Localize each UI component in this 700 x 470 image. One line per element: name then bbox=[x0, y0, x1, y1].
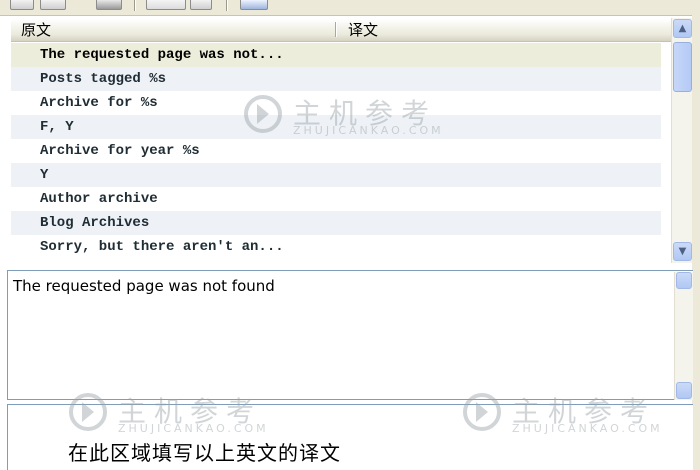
watermark-subtext: ZHUJICANKAO.COM bbox=[118, 422, 269, 435]
column-header-source[interactable]: 原文 bbox=[21, 21, 51, 39]
list-item[interactable]: Blog Archives bbox=[11, 211, 661, 235]
window-edge bbox=[692, 15, 700, 470]
list-item[interactable]: Author archive bbox=[11, 187, 661, 211]
watermark-subtext: ZHUJICANKAO.COM bbox=[512, 422, 663, 435]
toolbar-button-open[interactable] bbox=[40, 0, 66, 10]
translation-editor: 原文 译文 The requested page was not... Post… bbox=[0, 0, 700, 470]
toolbar-button-save[interactable] bbox=[96, 0, 122, 10]
toolbar-button-fullscreen[interactable] bbox=[240, 0, 268, 10]
list-scrollbar[interactable]: ▲ ▼ bbox=[671, 18, 693, 263]
toolbar-button-new[interactable] bbox=[10, 0, 34, 10]
column-header-translation[interactable]: 译文 bbox=[348, 21, 378, 39]
watermark-subtext: ZHUJICANKAO.COM bbox=[293, 124, 444, 137]
scroll-up-icon[interactable] bbox=[676, 272, 692, 289]
scroll-down-icon[interactable] bbox=[676, 382, 692, 399]
toolbar-separator bbox=[134, 0, 136, 11]
toolbar-button-window[interactable] bbox=[190, 0, 212, 10]
source-text-pane[interactable]: The requested page was not found bbox=[7, 270, 693, 400]
list-item[interactable]: Archive for year %s bbox=[11, 139, 661, 163]
scroll-up-icon[interactable]: ▲ bbox=[673, 19, 692, 38]
source-text: The requested page was not found bbox=[13, 277, 275, 295]
column-divider[interactable] bbox=[335, 22, 337, 37]
scroll-down-icon[interactable]: ▼ bbox=[673, 242, 692, 261]
toolbar-button-options[interactable] bbox=[146, 0, 186, 10]
watermark-logo-icon bbox=[463, 393, 501, 431]
source-pane-scrollbar[interactable] bbox=[674, 272, 693, 400]
scrollbar-thumb[interactable] bbox=[673, 42, 692, 92]
toolbar bbox=[0, 0, 700, 16]
list-item[interactable]: Posts tagged %s bbox=[11, 67, 661, 91]
list-header: 原文 译文 bbox=[11, 18, 671, 42]
translation-hint: 在此区域填写以上英文的译文 bbox=[68, 441, 341, 465]
list-item[interactable]: The requested page was not... bbox=[11, 43, 661, 67]
list-item[interactable]: Sorry, but there aren't an... bbox=[11, 235, 661, 259]
string-list: The requested page was not... Posts tagg… bbox=[11, 43, 661, 263]
toolbar-separator bbox=[226, 0, 228, 11]
watermark-logo-icon bbox=[69, 393, 107, 431]
watermark-logo-icon bbox=[244, 95, 282, 133]
list-item[interactable]: Y bbox=[11, 163, 661, 187]
